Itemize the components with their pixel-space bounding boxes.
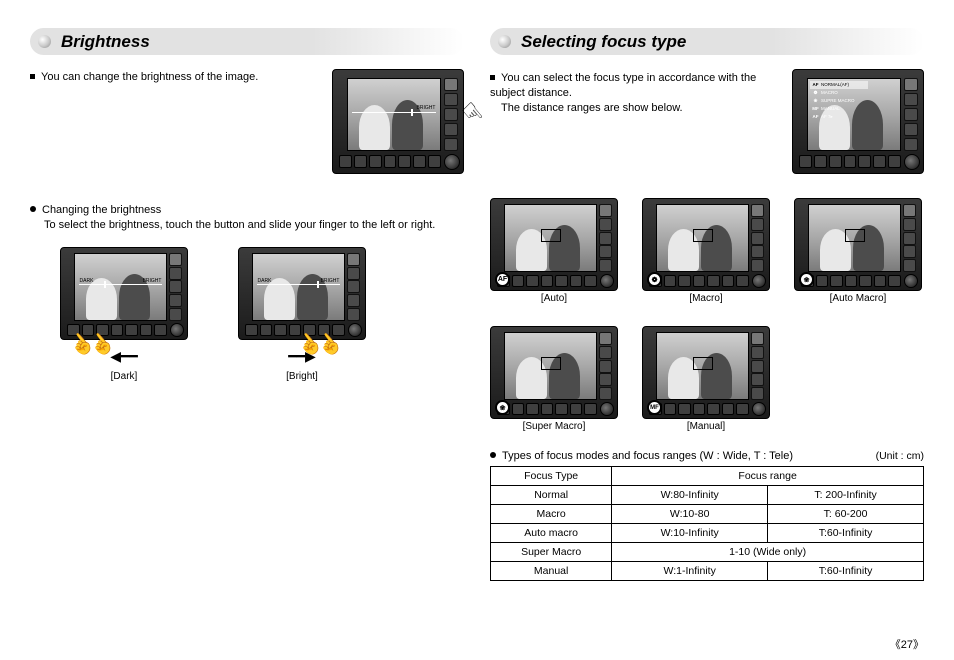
focus-range-table: Focus Type Focus range Normal W:80-Infin… xyxy=(490,466,924,581)
table-row: Auto macro W:10-Infinity T:60-Infinity xyxy=(491,524,924,543)
camera-preview-focus-menu: AFNORMAL(AF) ❁MACRO ❀SUPRE MACRO MFMANUA… xyxy=(792,69,924,174)
square-bullet-icon xyxy=(490,75,495,80)
th-focus-type: Focus Type xyxy=(491,467,612,486)
page-number: 《27》 xyxy=(890,636,924,652)
round-bullet-icon xyxy=(490,452,496,458)
focus-menu: AFNORMAL(AF) ❁MACRO ❀SUPRE MACRO MFMANUA… xyxy=(810,81,868,121)
table-heading: Types of focus modes and focus ranges (W… xyxy=(502,450,793,462)
example-dark: DARK BRIGHT ☝ ☝ ◀━━ [Dark] xyxy=(60,247,188,382)
table-row: Normal W:80-Infinity T: 200-Infinity xyxy=(491,486,924,505)
th-focus-range: Focus range xyxy=(612,467,924,486)
section-title: Selecting focus type xyxy=(521,32,686,52)
focus-badge-auto: AF xyxy=(495,272,510,287)
example-manual: MF [Manual] xyxy=(642,326,770,432)
example-automacro: ❀ [Auto Macro] xyxy=(794,198,922,304)
unit-note: (Unit : cm) xyxy=(876,450,924,462)
round-bullet-icon xyxy=(30,206,36,212)
bullet-icon xyxy=(498,35,511,48)
dial-icon xyxy=(444,154,460,170)
focus-section: Selecting focus type You can select the … xyxy=(490,28,924,581)
section-header-brightness: Brightness xyxy=(30,28,464,55)
table-row: Macro W:10-80 T: 60-200 xyxy=(491,505,924,524)
example-supermacro: ❀ [Super Macro] xyxy=(490,326,618,432)
table-row: Super Macro 1-10 (Wide only) xyxy=(491,543,924,562)
hand-icon: ☟ xyxy=(457,97,489,131)
intro-text: You can change the brightness of the ima… xyxy=(30,69,320,83)
example-bright: DARK BRIGHT ☝ ☝ ━━▶ [Bright] xyxy=(238,247,366,382)
bullet-icon xyxy=(38,35,51,48)
section-title: Brightness xyxy=(61,32,150,52)
brightness-section: Brightness You can change the brightness… xyxy=(30,28,464,581)
subsection-changing: Changing the brightness To select the br… xyxy=(30,204,464,233)
focus-badge-manual: MF xyxy=(647,400,662,415)
example-macro: ❁ [Macro] xyxy=(642,198,770,304)
focus-badge-automacro: ❀ xyxy=(799,272,814,287)
intro-text: You can select the focus type in accorda… xyxy=(490,69,780,116)
table-row: Manual W:1-Infinity T:60-Infinity xyxy=(491,562,924,581)
focus-badge-supermacro: ❀ xyxy=(495,400,510,415)
section-header-focus: Selecting focus type xyxy=(490,28,924,55)
camera-preview-bright: BRIGHT ☟ xyxy=(332,69,464,174)
focus-badge-macro: ❁ xyxy=(647,272,662,287)
square-bullet-icon xyxy=(30,74,35,79)
example-auto: AF [Auto] xyxy=(490,198,618,304)
